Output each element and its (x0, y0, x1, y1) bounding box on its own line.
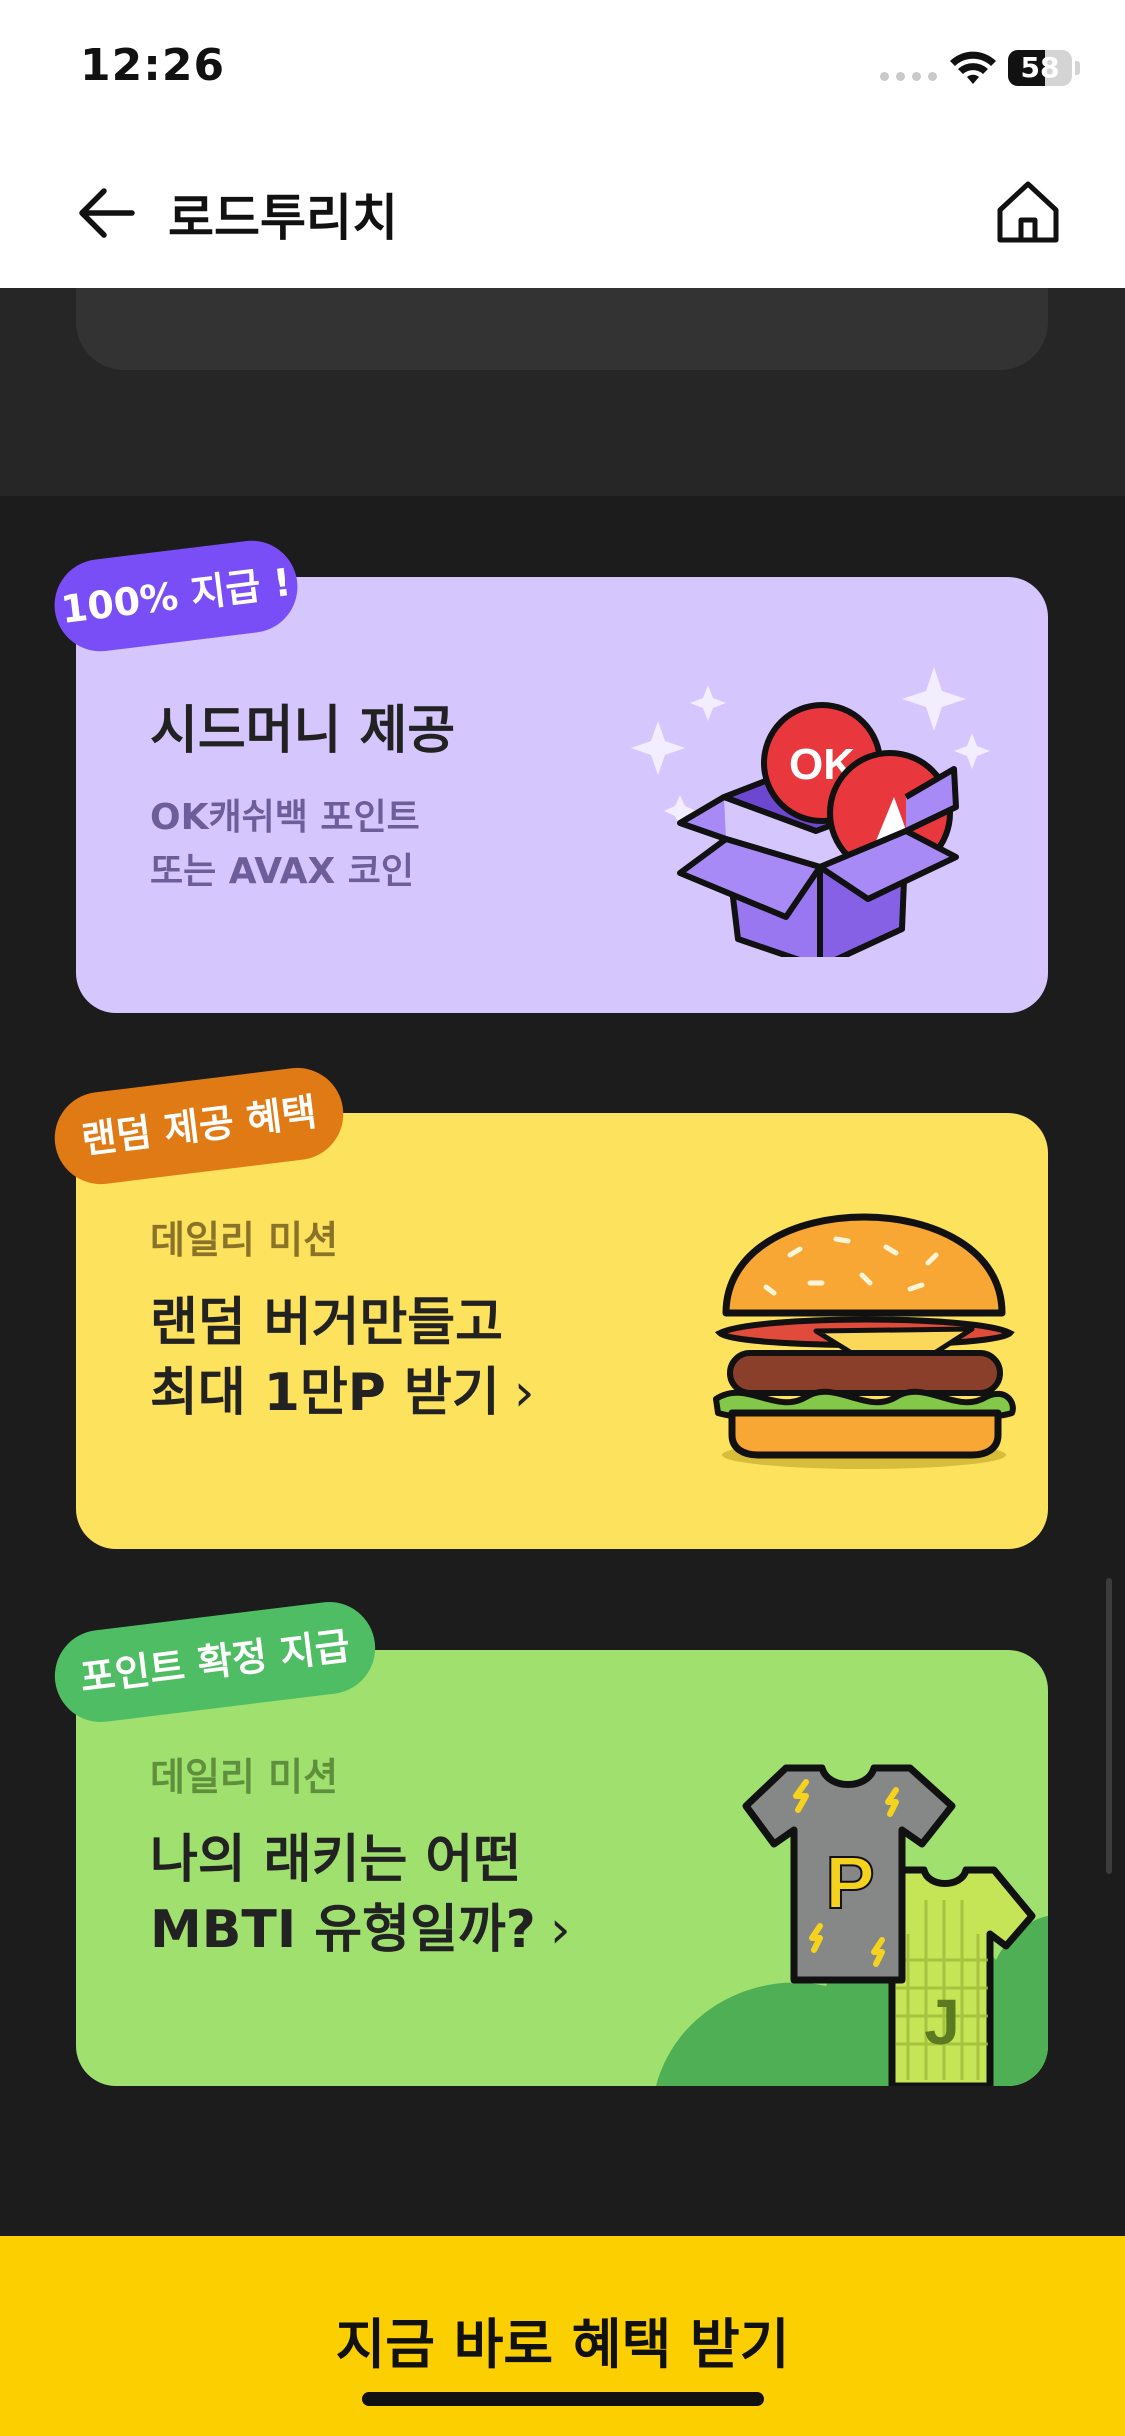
seed-money-card[interactable]: 시드머니 제공 OK캐쉬백 포인트 또는 AVAX 코인 OK (76, 577, 1048, 1013)
tshirts-icon: J P (656, 1764, 1048, 2086)
card-title-line1: 랜덤 버거만들고 (150, 1293, 503, 1353)
card-label: 데일리 미션 (150, 1755, 339, 1799)
get-benefit-button[interactable]: 지금 바로 혜택 받기 (0, 2236, 1125, 2436)
card-subtitle-line2: 또는 AVAX 코인 (150, 851, 414, 892)
burger-icon (713, 1213, 1016, 1469)
nav-bar: 로드투리치 (0, 140, 1125, 288)
cellular-signal-icon (880, 72, 937, 81)
card-title-line1: 나의 래키는 어떤 (150, 1830, 522, 1890)
wifi-icon (950, 51, 996, 84)
mbti-mission-card[interactable]: 데일리 미션 나의 래키는 어떤 MBTI 유형일까? › J P (76, 1650, 1048, 2086)
back-arrow-icon[interactable] (74, 180, 140, 246)
card-title: 시드머니 제공 (150, 701, 456, 761)
card-title-line2: MBTI 유형일까? › (150, 1900, 571, 1960)
battery-icon: 58 (1008, 50, 1072, 86)
shirt-letter-p: P (825, 1841, 874, 1924)
cta-label: 지금 바로 혜택 받기 (335, 2313, 790, 2376)
burger-mission-card[interactable]: 데일리 미션 랜덤 버거만들고 최대 1만P 받기 › (76, 1113, 1048, 1549)
gift-box-coins-icon: OK (631, 667, 990, 957)
shirt-letter-j: J (924, 1986, 960, 2058)
card-title-line2: 최대 1만P 받기 › (150, 1363, 535, 1423)
scrollbar[interactable] (1106, 1578, 1112, 1874)
status-bar: 12:26 58 (0, 0, 1125, 140)
chevron-right-icon: › (549, 1900, 571, 1960)
top-section (0, 288, 1125, 496)
page-title: 로드투리치 (168, 189, 398, 247)
home-indicator (362, 2392, 764, 2406)
home-icon[interactable] (992, 176, 1064, 248)
status-time: 12:26 (80, 40, 226, 91)
battery-level: 58 (1020, 51, 1060, 84)
card-label: 데일리 미션 (150, 1218, 339, 1262)
card-subtitle-line1: OK캐쉬백 포인트 (150, 797, 420, 838)
previous-card (76, 288, 1048, 370)
chevron-right-icon: › (513, 1363, 535, 1423)
battery-cap (1075, 61, 1080, 75)
